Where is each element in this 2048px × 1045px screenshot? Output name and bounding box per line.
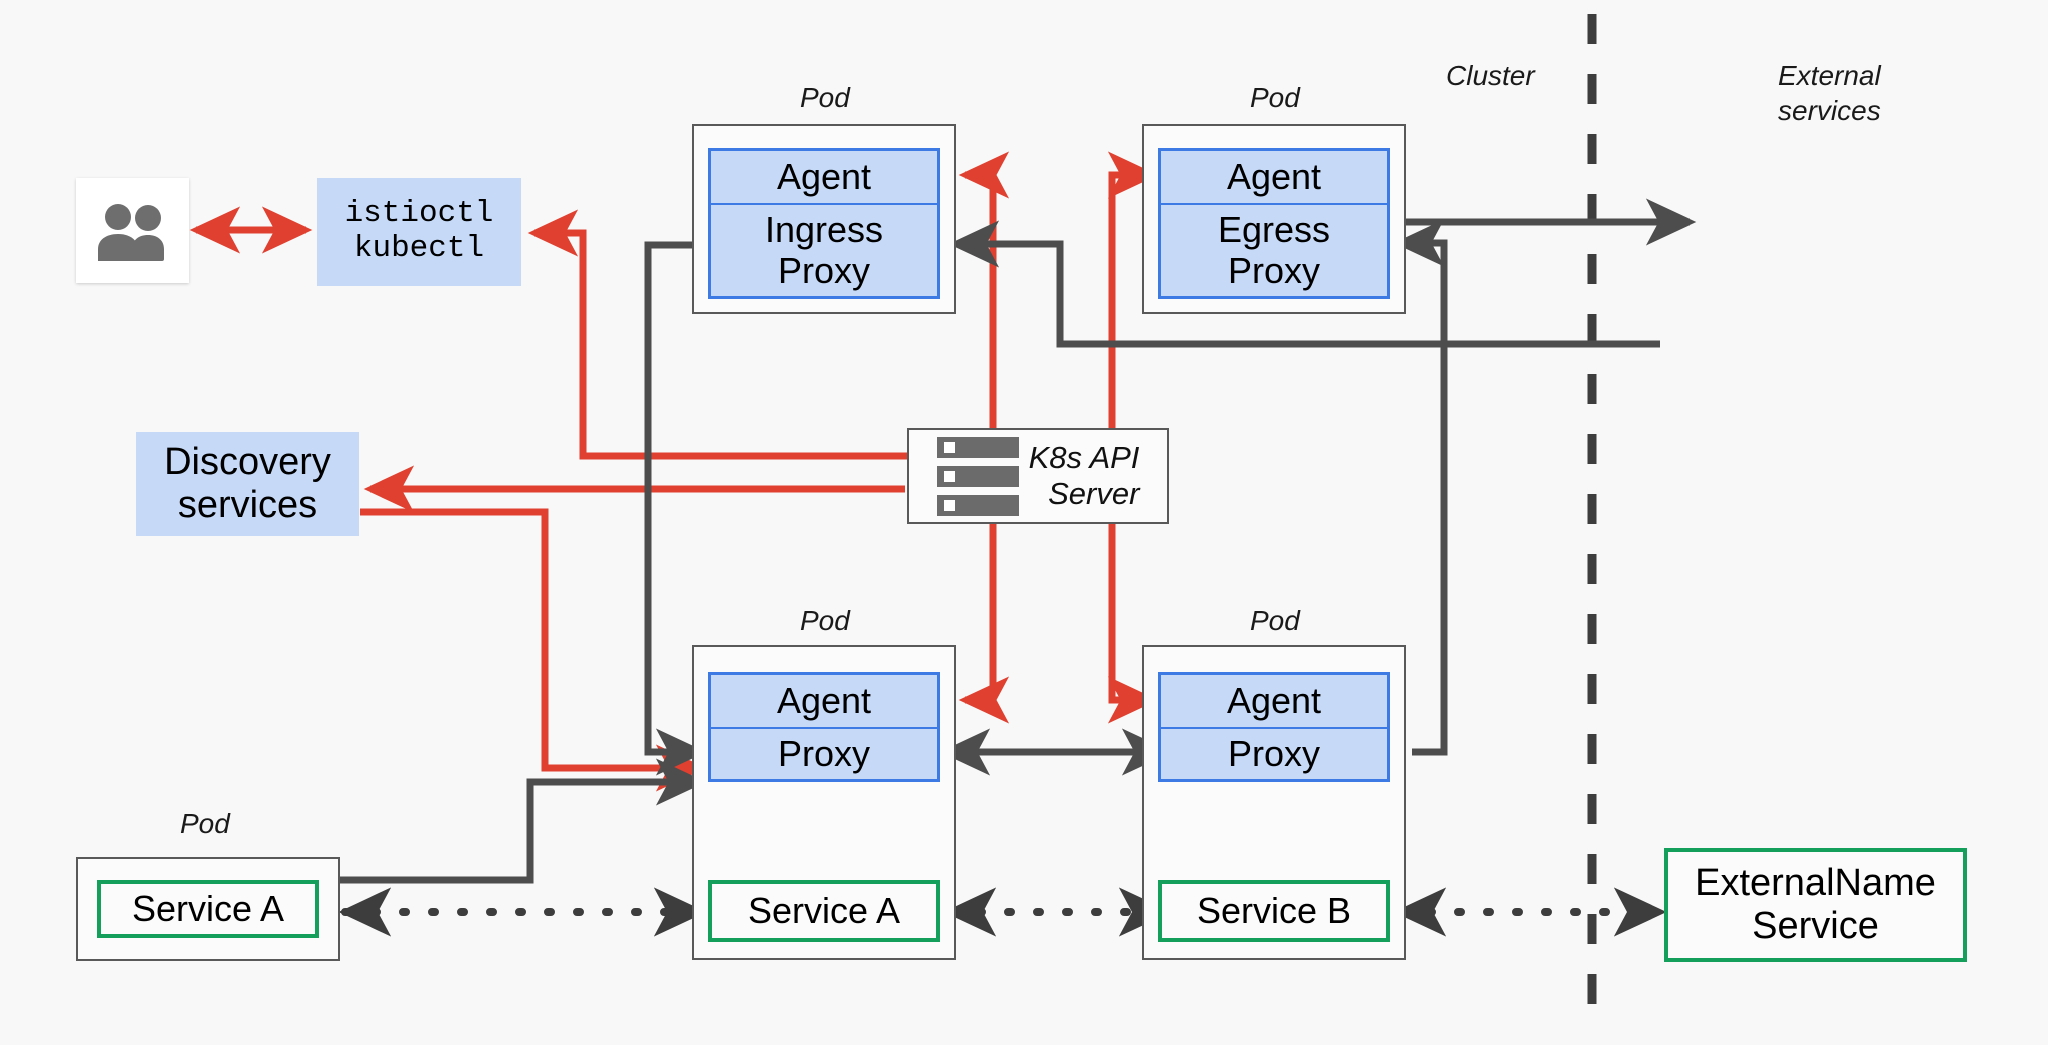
cli-node[interactable]: istioctl kubectl: [317, 178, 521, 286]
k8s-api-server-node[interactable]: K8s API Server: [907, 428, 1169, 524]
server-rack-icon: [936, 436, 1019, 516]
egress-pod-label: Pod: [1250, 82, 1300, 113]
diagram-canvas: Cluster External services istioctl kubec…: [0, 0, 2048, 1045]
ingress-proxy-box[interactable]: Ingress Proxy: [708, 203, 940, 299]
service-a-agent-label: Agent: [776, 679, 872, 721]
api-server-line1: K8s API: [1028, 440, 1140, 476]
service-b-box[interactable]: Service B: [1158, 880, 1390, 942]
api-server-line2: Server: [1048, 476, 1140, 511]
ingress-agent-label: Agent: [776, 155, 872, 197]
ingress-proxy-line1: Ingress: [764, 209, 884, 251]
egress-proxy-line1: Egress: [1217, 209, 1331, 251]
service-a-proxy-box[interactable]: Proxy: [708, 727, 940, 782]
egress-proxy-line2: Proxy: [1227, 249, 1321, 291]
discovery-line2: services: [177, 484, 318, 526]
service-b-agent-box[interactable]: Agent: [1158, 672, 1390, 727]
external-services-line2: services: [1778, 95, 1881, 126]
service-b-proxy-label: Proxy: [1227, 732, 1321, 774]
service-a-label: Service A: [747, 889, 901, 931]
service-a-pod-label: Pod: [800, 605, 850, 636]
cluster-label: Cluster: [1446, 60, 1535, 91]
egress-agent-box[interactable]: Agent: [1158, 148, 1390, 203]
service-a-proxy-label: Proxy: [777, 732, 871, 774]
api-server-label: K8s API Server: [1029, 440, 1140, 511]
cli-istioctl-label: istioctl: [344, 196, 494, 232]
service-a-left-pod-label: Pod: [180, 808, 230, 839]
external-name-line2: Service: [1752, 905, 1879, 947]
service-a-box[interactable]: Service A: [708, 880, 940, 942]
egress-proxy-box[interactable]: Egress Proxy: [1158, 203, 1390, 299]
service-b-label: Service B: [1196, 889, 1352, 931]
service-b-agent-label: Agent: [1226, 679, 1322, 721]
ingress-pod-label: Pod: [800, 82, 850, 113]
egress-agent-label: Agent: [1226, 155, 1322, 197]
service-b-proxy-box[interactable]: Proxy: [1158, 727, 1390, 782]
service-b-pod-label: Pod: [1250, 605, 1300, 636]
external-name-service-box[interactable]: ExternalName Service: [1664, 848, 1967, 962]
external-services-label: External services: [1778, 58, 1881, 128]
ingress-proxy-line2: Proxy: [777, 249, 871, 291]
external-name-line1: ExternalName: [1695, 862, 1936, 905]
service-a-left-label: Service A: [131, 887, 285, 929]
users-icon: [97, 203, 164, 261]
users-node[interactable]: [76, 178, 189, 283]
cli-kubectl-label: kubectl: [353, 231, 485, 266]
service-a-agent-box[interactable]: Agent: [708, 672, 940, 727]
ingress-agent-box[interactable]: Agent: [708, 148, 940, 203]
service-a-left-box[interactable]: Service A: [97, 880, 319, 938]
discovery-services-node[interactable]: Discovery services: [136, 432, 359, 536]
external-services-line1: External: [1778, 60, 1881, 91]
discovery-line1: Discovery: [164, 441, 331, 484]
